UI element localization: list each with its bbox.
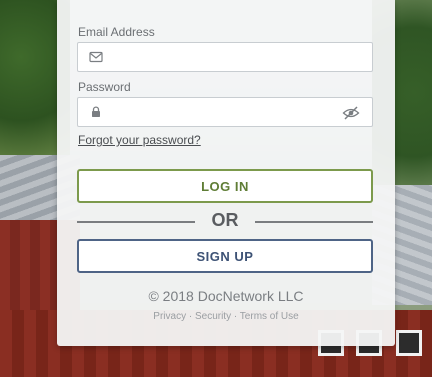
footer-links[interactable]: Privacy · Security · Terms of Use: [57, 311, 395, 322]
password-field[interactable]: [77, 97, 373, 127]
forgot-password-link[interactable]: Forgot your password?: [78, 133, 201, 147]
login-button[interactable]: LOG IN: [77, 169, 373, 203]
email-label: Email Address: [78, 25, 155, 39]
lock-icon: [92, 106, 100, 117]
password-label: Password: [78, 80, 131, 94]
email-field[interactable]: [77, 42, 373, 72]
envelope-icon: [89, 51, 103, 63]
login-card: Email Address Password Forgot your passw…: [57, 0, 395, 346]
signup-button[interactable]: SIGN UP: [77, 239, 373, 273]
eye-slash-icon[interactable]: [342, 106, 360, 120]
divider-line-right: [255, 221, 373, 223]
or-divider: OR: [77, 210, 373, 232]
copyright-text: © 2018 DocNetwork LLC: [148, 288, 304, 304]
